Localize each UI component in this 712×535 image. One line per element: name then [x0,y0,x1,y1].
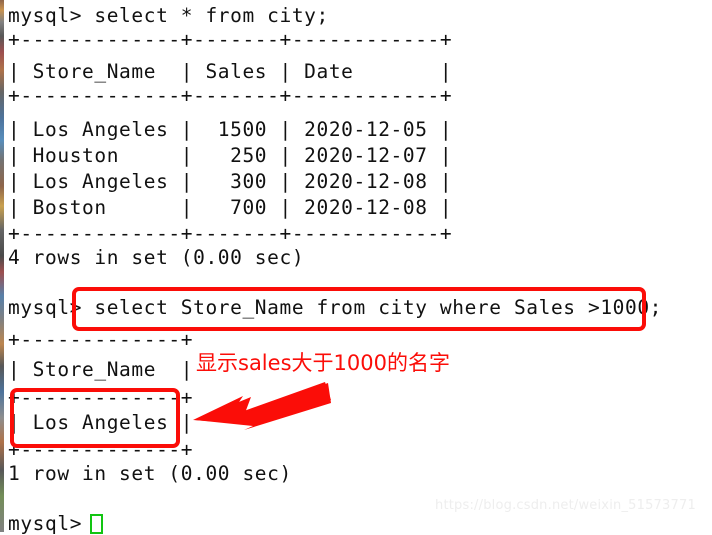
table-row: | Los Angeles | 1500 | 2020-12-05 | [8,118,453,141]
terminal-line: mysql> select Store_Name from city where… [8,296,663,319]
status-line: 1 row in set (0.00 sec) [8,462,292,485]
terminal-line: +-------------+ [8,328,194,351]
terminal-line: +-------------+-------+------------+ [8,28,453,51]
terminal-output[interactable]: mysql> select * from city; +------------… [8,0,708,534]
arrow-icon [193,382,331,430]
table-row: | Los Angeles | 300 | 2020-12-08 | [8,170,453,193]
terminal-line: +-------------+ [8,438,194,461]
annotation-note: 显示sales大于1000的名字 [196,351,450,375]
watermark-text: https://blog.csdn.net/weixin_51573771 [435,498,696,513]
table-row: | Los Angeles | [8,411,194,434]
text-cursor [90,514,103,534]
terminal-line: +-------------+ [8,386,194,409]
table-row: | Houston | 250 | 2020-12-07 | [8,144,453,167]
terminal-line: mysql> select * from city; [8,4,329,27]
terminal-line: | Store_Name | Sales | Date | [8,60,453,83]
left-edge-color-strip [0,0,4,532]
table-row: | Boston | 700 | 2020-12-08 | [8,196,453,219]
status-line: 4 rows in set (0.00 sec) [8,246,305,269]
shell-prompt[interactable]: mysql> [8,514,82,534]
terminal-line: +-------------+-------+------------+ [8,222,453,245]
terminal-line: +-------------+-------+------------+ [8,84,453,107]
terminal-line: | Store_Name | [8,358,194,381]
